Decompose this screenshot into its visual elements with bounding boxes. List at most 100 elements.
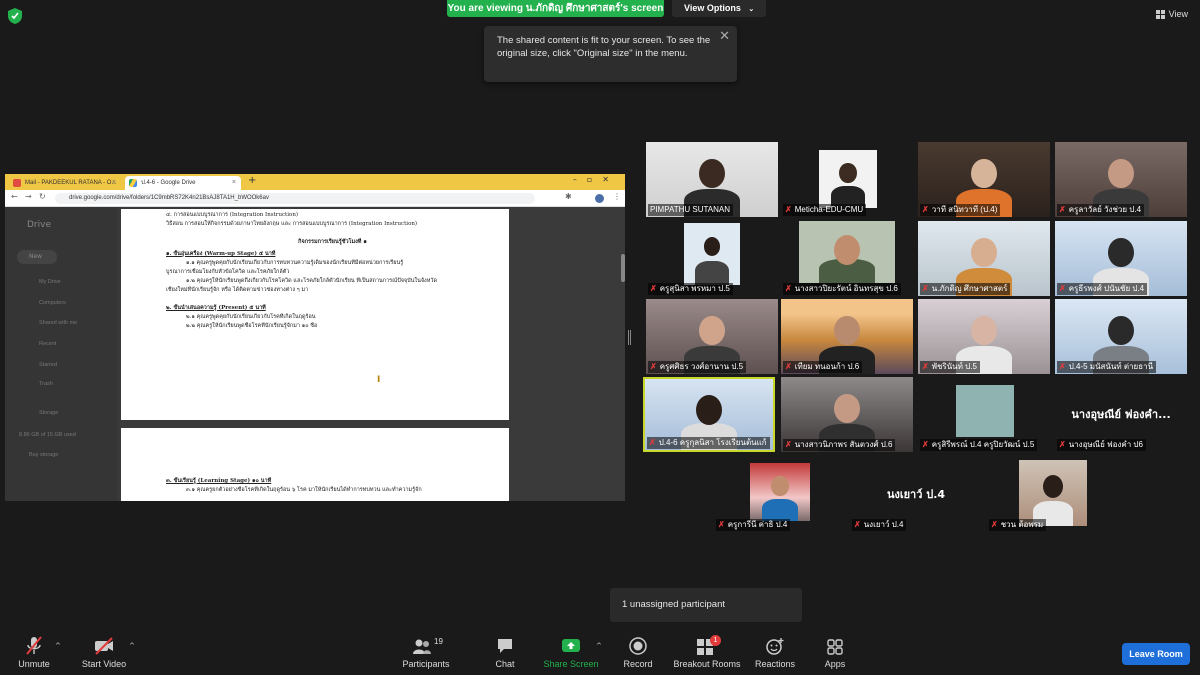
panel-resize-handle[interactable] xyxy=(628,330,631,345)
buy-storage-link[interactable]: Buy storage xyxy=(29,452,58,458)
participants-label: Participants xyxy=(402,659,450,669)
reactions-label: Reactions xyxy=(754,659,796,669)
doc-section-heading: ๒. ขั้นนำเสนอความรู้ (Present) ๕ นาที xyxy=(166,305,266,311)
participant-tile[interactable]: ✗ ครูธีรพงศ์ ปนันชัย ป.4 xyxy=(1055,221,1187,296)
participant-tile[interactable]: ✗ ครูศศิธร วงศ์อานาน ป.5 xyxy=(646,299,778,374)
security-shield-icon[interactable] xyxy=(8,8,22,24)
chat-icon xyxy=(498,639,512,653)
participant-tile[interactable]: ✗ ชวน ต้อพรม xyxy=(987,457,1119,532)
forward-arrow-icon[interactable]: → xyxy=(25,192,32,201)
chevron-down-icon: ⌄ xyxy=(748,6,755,13)
drive-menu-item[interactable]: Computers xyxy=(39,300,66,306)
extensions-icon[interactable]: ✱ xyxy=(565,192,572,201)
participant-tile[interactable]: ✗ ครูสิรีพรณ์ ป.4 ครูปิยวัฒน์ ป.5 xyxy=(918,377,1050,452)
participant-tile[interactable]: ✗ ป.4-5 มนัสนันท์ ต่ายธานี xyxy=(1055,299,1187,374)
reload-icon[interactable]: ↻ xyxy=(39,192,46,201)
participant-tile[interactable]: นงเยาว์ ป.4 ✗ นงเยาว์ ป.4 xyxy=(850,457,982,532)
share-screen-button[interactable]: Share Screen xyxy=(542,635,600,669)
video-options-caret-icon[interactable]: ^ xyxy=(129,642,135,650)
participant-tile[interactable]: PIMPATHU SUTANAN xyxy=(646,142,778,217)
participant-tile[interactable]: ✗ พัชรินันท์ ป.5 xyxy=(918,299,1050,374)
participant-tile[interactable]: ✗ ครูลาวัลย์ วังช่วย ป.4 xyxy=(1055,142,1187,217)
start-video-button[interactable]: Start Video xyxy=(80,635,128,669)
participant-name: นางอุษณีย์ ฟองคำ ป6 xyxy=(1068,440,1143,449)
participant-name-label: ✗ ครูศศิธร วงศ์อานาน ป.5 xyxy=(648,361,747,373)
drive-menu-item[interactable]: My Drive xyxy=(39,279,61,285)
browser-tab-mail[interactable]: Mail - PAKDEEKUL RATANA - O... × xyxy=(9,176,121,190)
chat-label: Chat xyxy=(495,659,515,669)
chat-button[interactable]: Chat xyxy=(490,635,520,669)
muted-microphone-icon: ✗ xyxy=(785,284,792,293)
participant-display-name: นางอุษณีย์ ฟองคำ... xyxy=(1071,408,1171,421)
participant-tile[interactable]: ✗ เทียม ทนอนก้า ป.6 xyxy=(781,299,913,374)
close-icon[interactable]: × xyxy=(112,176,116,190)
record-button[interactable]: Record xyxy=(618,635,658,669)
muted-microphone-icon: ✗ xyxy=(718,520,725,529)
participant-name-label: ✗ นางอุษณีย์ ฟองคำ ป6 xyxy=(1057,439,1146,451)
participant-silhouette-head xyxy=(834,234,860,265)
participant-name: ป.4-5 มนัสนันท์ ต่ายธานี xyxy=(1068,362,1154,371)
tooltip-text: The shared content is fit to your screen… xyxy=(497,35,711,59)
drive-new-button[interactable]: New xyxy=(17,250,57,264)
drive-new-label: New xyxy=(29,253,43,260)
participant-name: ครูสุนิสา พรหมา ป.5 xyxy=(659,284,730,293)
participant-tile[interactable]: ✗ น.ภักดิญ ศึกษาศาสตร์ xyxy=(918,221,1050,296)
window-controls[interactable]: –▫✕ xyxy=(573,175,619,184)
drive-menu-item[interactable]: Starred xyxy=(39,362,57,368)
drive-menu-item[interactable]: Trash xyxy=(39,381,53,387)
close-icon[interactable]: ✕ xyxy=(719,29,730,42)
participant-name: ครูสิรีพรณ์ ป.4 ครูปิยวัฒน์ ป.5 xyxy=(931,440,1035,449)
back-arrow-icon[interactable]: ← xyxy=(11,192,18,201)
apps-button[interactable]: Apps xyxy=(820,635,850,669)
doc-line: ๒.๒ คุณครูให้นักเรียนพูดชื่อโรคที่นักเรี… xyxy=(186,323,318,329)
share-options-caret-icon[interactable]: ^ xyxy=(596,642,602,650)
participant-name: นงเยาว์ ป.4 xyxy=(863,520,904,529)
participant-tile[interactable]: ✗ นางสาวปิยะรัตน์ อินทรสุข ป.6 xyxy=(781,221,913,296)
muted-microphone-icon: ✗ xyxy=(854,520,861,529)
drive-menu-item[interactable]: Shared with me xyxy=(39,320,77,326)
participant-tile[interactable]: ✗ Meticha-EDU-CMU xyxy=(781,142,913,217)
new-tab-icon[interactable]: + xyxy=(248,175,256,186)
reactions-button[interactable]: Reactions xyxy=(752,635,798,669)
profile-avatar[interactable] xyxy=(595,194,604,203)
scrollbar-thumb[interactable] xyxy=(621,254,625,282)
doc-line: ๒.๑ คุณครูพูดคุยกับนักเรียนเกี่ยวกับโรคท… xyxy=(186,314,316,320)
tab-label: Mail - PAKDEEKUL RATANA - O... xyxy=(25,180,117,186)
leave-room-button[interactable]: Leave Room xyxy=(1122,643,1190,665)
participants-button[interactable]: 19 Participants xyxy=(400,635,452,669)
view-options-button[interactable]: View Options ⌄ xyxy=(672,0,767,17)
more-menu-icon[interactable]: ⋮ xyxy=(613,192,621,201)
muted-microphone-icon: ✗ xyxy=(785,362,792,371)
unmute-label: Unmute xyxy=(18,659,50,669)
apps-icon xyxy=(827,639,843,655)
close-icon[interactable]: × xyxy=(232,176,236,190)
browser-tab-drive[interactable]: ป.4-6 - Google Drive × xyxy=(125,176,241,190)
participant-video xyxy=(956,385,1014,437)
breakout-rooms-button[interactable]: 1 Breakout Rooms xyxy=(672,635,742,669)
participant-name: พัชรินันท์ ป.5 xyxy=(931,362,977,371)
participant-tile[interactable]: ✗ ป.4-6 ครูกุลนิสา โรงเรียนต้นแก้ xyxy=(643,377,775,452)
participant-tile[interactable]: นางอุษณีย์ ฟองคำ... ✗ นางอุษณีย์ ฟองคำ ป6 xyxy=(1055,377,1187,452)
participant-name-label: ✗ ครูการีนี ค่าธิ ป.4 xyxy=(716,519,791,531)
participant-tile[interactable]: ✗ นางสาวนิภาพร สันตวงศ์ ป.6 xyxy=(781,377,913,452)
muted-microphone-icon: ✗ xyxy=(1059,284,1066,293)
participant-tile[interactable]: ✗ ครูสุนิสา พรหมา ป.5 xyxy=(646,221,778,296)
participant-name-label: ✗ ป.4-6 ครูกุลนิสา โรงเรียนต้นแก้ xyxy=(647,437,770,449)
drive-menu-item[interactable]: Storage xyxy=(39,410,58,416)
muted-microphone-icon: ✗ xyxy=(785,440,792,449)
participant-silhouette-head xyxy=(1042,474,1064,498)
url-field[interactable]: drive.google.com/drive/folders/1C9mbRS72… xyxy=(55,193,535,204)
unassigned-participant-notice: 1 unassigned participant xyxy=(610,588,802,622)
audio-options-caret-icon[interactable]: ^ xyxy=(55,642,61,650)
participant-name: ครูศศิธร วงศ์อานาน ป.5 xyxy=(659,362,744,371)
participant-tile[interactable]: ✗ วาที สนิทวาที (ป.4) xyxy=(918,142,1050,217)
view-button[interactable]: View xyxy=(1155,9,1188,19)
participant-name: ป.4-6 ครูกุลนิสา โรงเรียนต้นแก้ xyxy=(658,438,767,447)
unmute-button[interactable]: Unmute xyxy=(14,635,54,669)
document-page: ๔. การสอนแบบบูรณาการ (Integration Instru… xyxy=(121,209,509,420)
participant-tile[interactable]: ✗ ครูการีนี ค่าธิ ป.4 xyxy=(714,457,846,532)
drive-menu-item[interactable]: Recent xyxy=(39,341,56,347)
gallery-grid-icon xyxy=(1155,9,1165,19)
doc-section-heading: ๓. ขั้นเรียนรู้ (Learning Stage) ๑๐ นาที xyxy=(166,478,272,484)
start-video-label: Start Video xyxy=(81,659,127,669)
